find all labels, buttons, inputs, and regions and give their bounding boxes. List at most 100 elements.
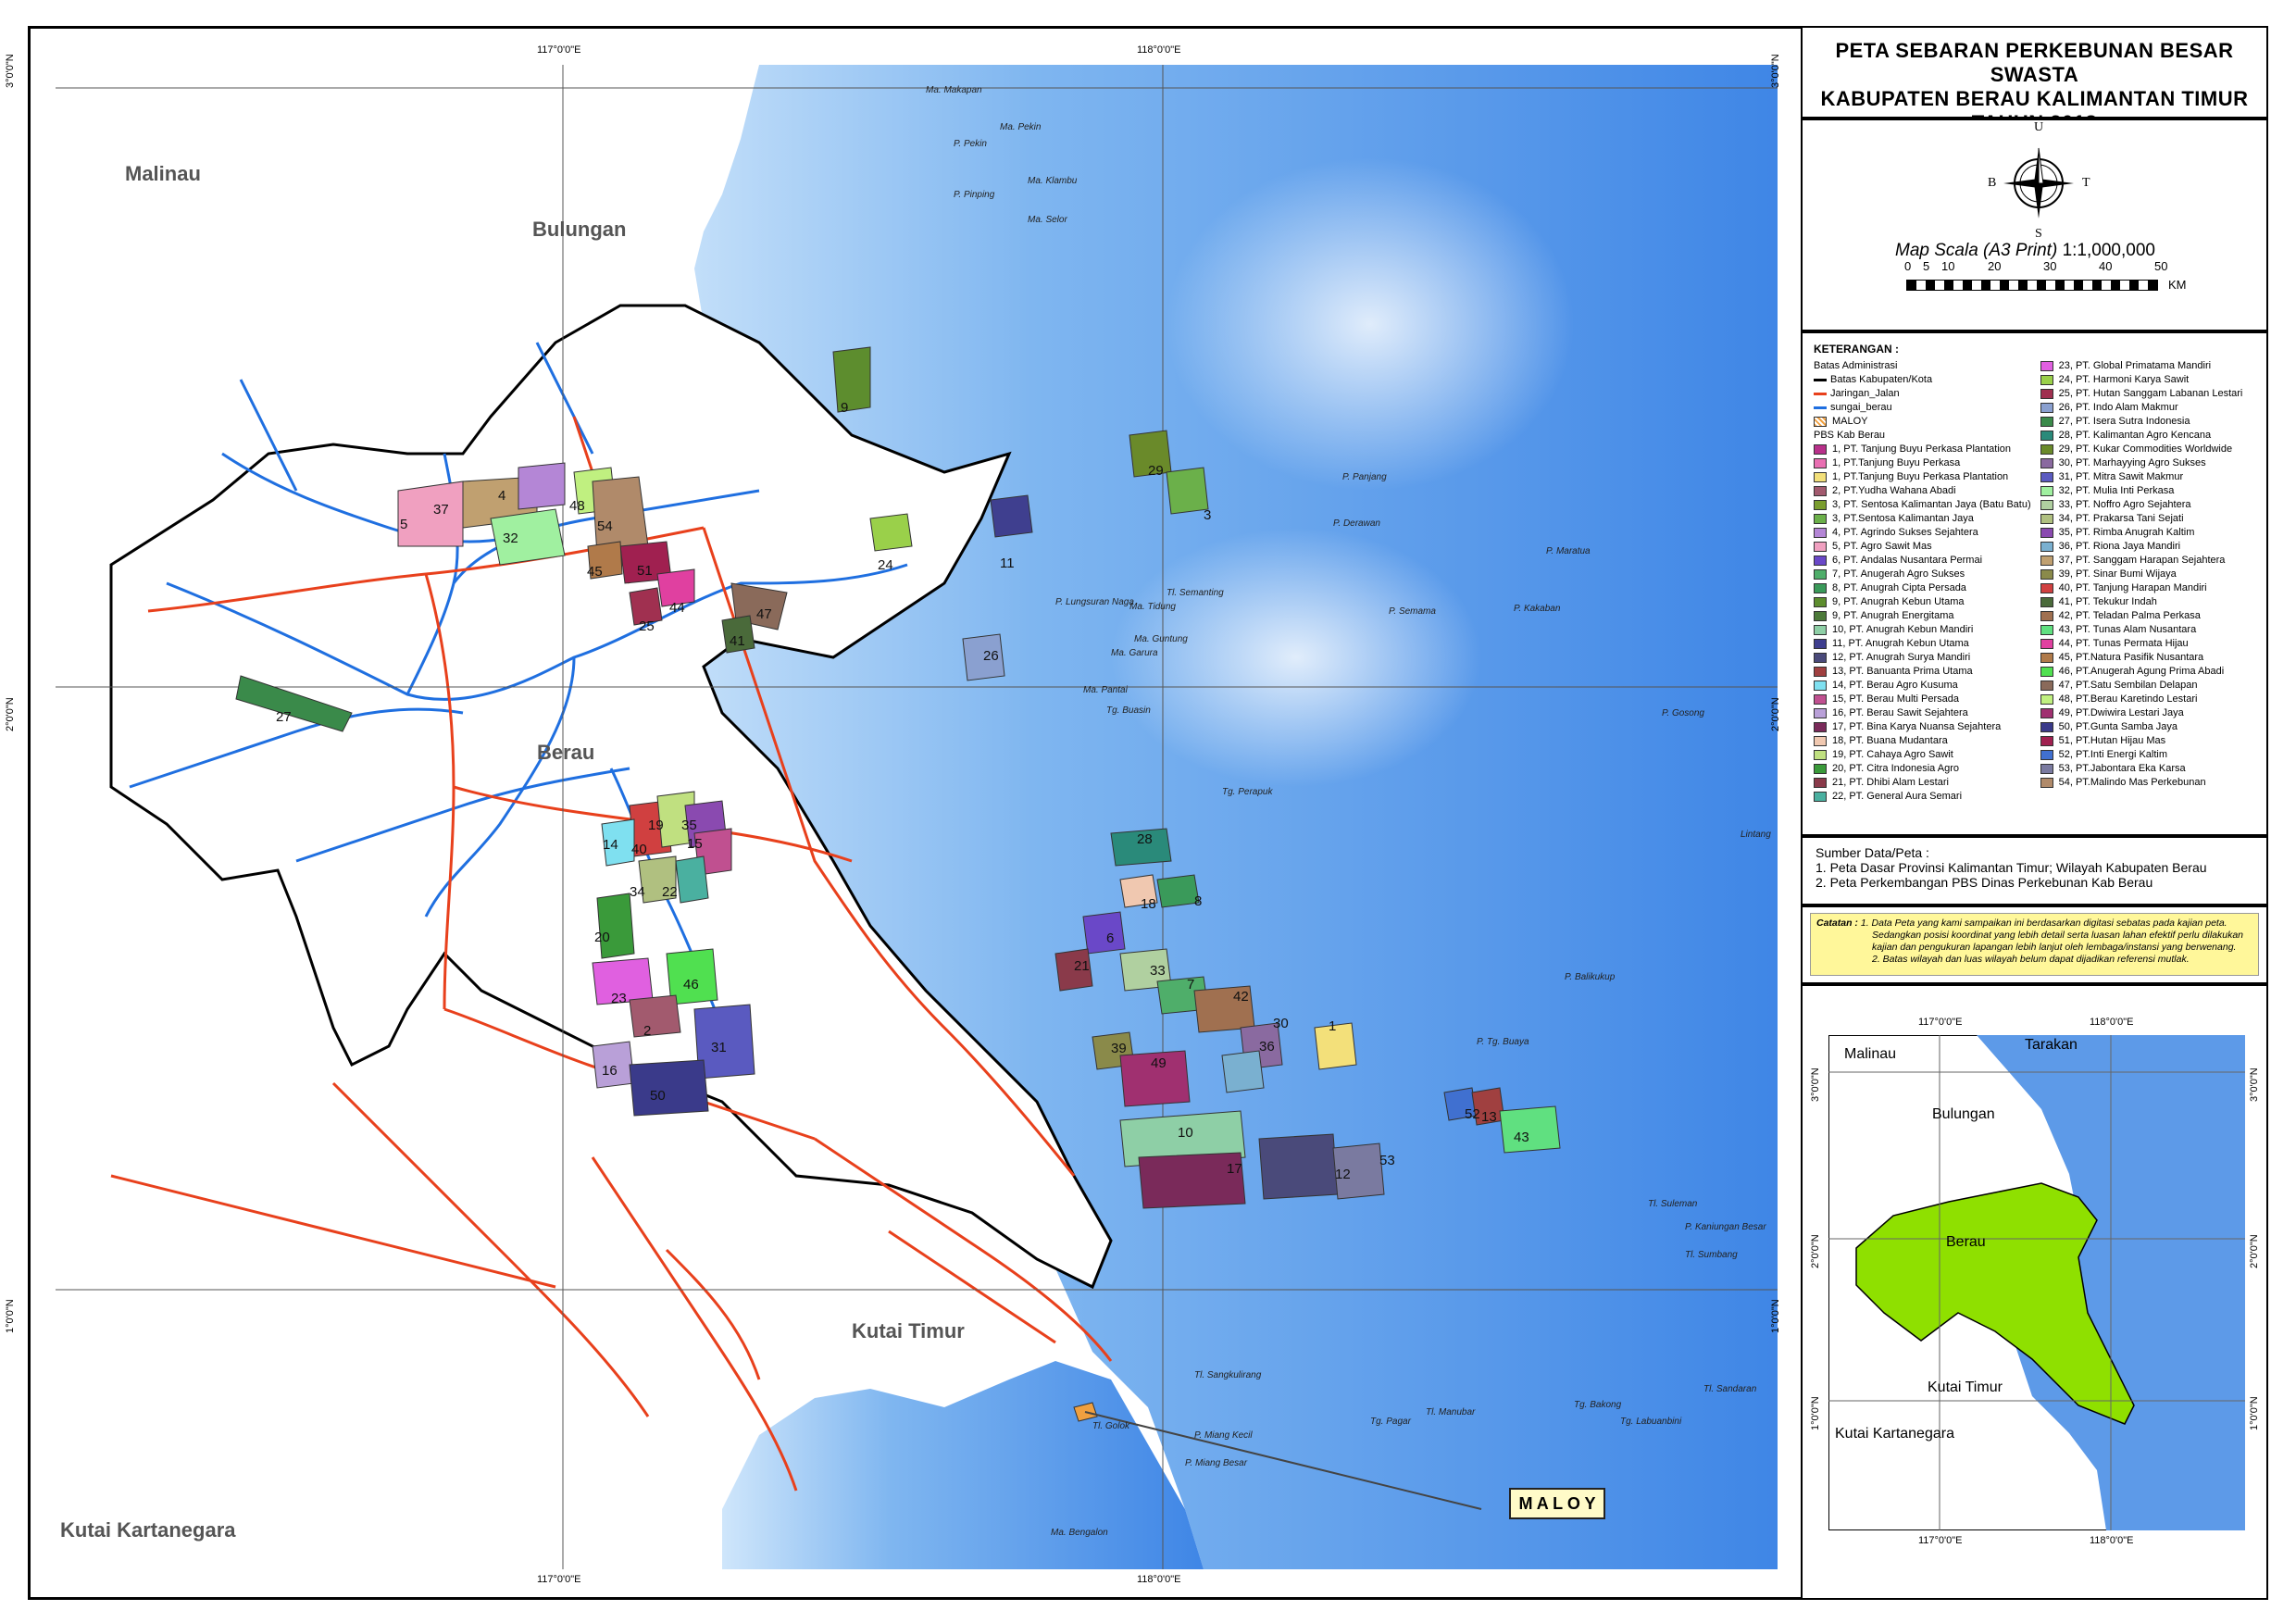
legend-swatch bbox=[2040, 750, 2053, 760]
legend-swatch bbox=[1814, 458, 1827, 468]
legend-swatch bbox=[2040, 528, 2053, 538]
title-panel: PETA SEBARAN PERKEBUNAN BESAR SWASTA KAB… bbox=[1801, 26, 2268, 134]
compass-east: T bbox=[2082, 176, 2090, 190]
legend-item-right-14: 37, PT. Sanggam Harapan Sejahtera bbox=[2040, 554, 2255, 568]
legend-item-right-9: 32, PT. Mulia Inti Perkasa bbox=[2040, 484, 2255, 498]
legend-swatch bbox=[1814, 569, 1827, 580]
legend-label: 28, PT. Kalimantan Agro Kencana bbox=[2058, 430, 2212, 441]
estate-3 bbox=[1166, 467, 1209, 515]
legend-swatch bbox=[1814, 680, 1827, 691]
legend-item-right-5: 28, PT. Kalimantan Agro Kencana bbox=[2040, 429, 2255, 443]
estate-label-40: 40 bbox=[631, 842, 647, 857]
inset-label-tarakan: Tarakan bbox=[2025, 1037, 2078, 1053]
legend-item-left-10: 8, PT. Anugrah Cipta Persada bbox=[1814, 581, 2031, 595]
legend-swatch bbox=[1814, 625, 1827, 635]
estate-label-46: 46 bbox=[683, 977, 699, 993]
legend-item-right-6: 29, PT. Kukar Commodities Worldwide bbox=[2040, 443, 2255, 456]
lon-label-top-1: 117°0'0"E bbox=[537, 44, 581, 56]
legend-label: 53, PT.Jabontara Eka Karsa bbox=[2058, 763, 2186, 774]
legend-label: 1, PT.Tanjung Buyu Perkasa Plantation bbox=[1832, 471, 2009, 482]
legend-item-left-22: 19, PT. Cahaya Agro Sawit bbox=[1814, 748, 2031, 762]
place-label: Ma. Bengalon bbox=[1051, 1528, 1108, 1538]
estate-label-33: 33 bbox=[1150, 963, 1166, 979]
legend-swatch bbox=[2040, 680, 2053, 691]
inset-lon-bottom-1: 117°0'0"E bbox=[1918, 1535, 1963, 1546]
legend-label: 14, PT. Berau Agro Kusuma bbox=[1832, 680, 1958, 691]
legend-label: 40, PT. Tanjung Harapan Mandiri bbox=[2058, 582, 2207, 593]
sources-header: Sumber Data/Peta : bbox=[1816, 845, 1929, 860]
estate-label-47: 47 bbox=[756, 606, 772, 622]
estate-50 bbox=[629, 1059, 709, 1117]
legend-label: 44, PT. Tunas Permata Hijau bbox=[2058, 638, 2189, 649]
legend-item-right-12: 35, PT. Rimba Anugrah Kaltim bbox=[2040, 526, 2255, 540]
legend-label: 16, PT. Berau Sawit Sejahtera bbox=[1832, 707, 1968, 718]
lat-label-right-1: 3°0'0"N bbox=[1770, 54, 1781, 88]
estate-43 bbox=[1499, 1105, 1561, 1154]
inset-lat-left-1: 3°0'0"N bbox=[1810, 1067, 1821, 1102]
place-label: Tl. Semanting bbox=[1167, 588, 1224, 598]
estate-label-6: 6 bbox=[1106, 930, 1115, 946]
legend-swatch bbox=[1814, 597, 1827, 607]
legend-label: 52, PT.Inti Energi Kaltim bbox=[2058, 749, 2168, 760]
place-label: P. Balikukup bbox=[1565, 972, 1616, 982]
place-label: P. Pinping bbox=[954, 190, 995, 200]
place-label: Tg. Bakong bbox=[1574, 1400, 1622, 1410]
estate-label-4: 4 bbox=[498, 488, 506, 504]
place-label: Ma. Garura bbox=[1111, 648, 1158, 658]
legend-swatch bbox=[2040, 569, 2053, 580]
legend-label: 20, PT. Citra Indonesia Agro bbox=[1832, 763, 1959, 774]
legend-label: 42, PT. Teladan Palma Perkasa bbox=[2058, 610, 2201, 621]
lat-label-right-3: 1°0'0"N bbox=[1770, 1299, 1781, 1333]
scale-bar bbox=[1906, 280, 2158, 291]
place-label: Ma. Selor bbox=[1028, 215, 1067, 225]
legend-swatch bbox=[2040, 597, 2053, 607]
legend-item-left-1: 1, PT.Tanjung Buyu Perkasa bbox=[1814, 456, 2031, 470]
estate-label-3: 3 bbox=[1204, 507, 1212, 523]
estate-label-45: 45 bbox=[587, 564, 603, 580]
legend-label: 51, PT.Hutan Hijau Mas bbox=[2058, 735, 2166, 746]
place-label: Tl. Suleman bbox=[1648, 1199, 1698, 1209]
estate-label-35: 35 bbox=[681, 818, 697, 833]
legend-item-right-10: 33, PT. Noffro Agro Sejahtera bbox=[2040, 498, 2255, 512]
legend-label: 24, PT. Harmoni Karya Sawit bbox=[2058, 374, 2190, 385]
estate-label-30: 30 bbox=[1273, 1016, 1289, 1031]
compass-scale-panel: U S B T Map Scala (A3 Print) 1:1,000,000… bbox=[1801, 119, 2268, 331]
cloud-shading bbox=[1167, 157, 1574, 491]
legend-swatch bbox=[1814, 708, 1827, 718]
inset-lat-left-2: 2°0'0"N bbox=[1810, 1234, 1821, 1268]
legend-label: 23, PT. Global Primatama Mandiri bbox=[2058, 360, 2212, 371]
legend-label: 6, PT. Andalas Nusantara Permai bbox=[1832, 555, 1983, 566]
legend-swatch bbox=[1814, 542, 1827, 552]
legend-item-right-11: 34, PT. Prakarsa Tani Sejati bbox=[2040, 512, 2255, 526]
compass-west: B bbox=[1988, 176, 1997, 190]
legend-header: KETERANGAN : bbox=[1814, 343, 1899, 356]
legend-label: 8, PT. Anugrah Cipta Persada bbox=[1832, 582, 1966, 593]
inset-lon-bottom-2: 118°0'0"E bbox=[2090, 1535, 2134, 1546]
legend-swatch bbox=[2040, 542, 2053, 552]
estate-label-14: 14 bbox=[603, 837, 618, 853]
estate-label-41: 41 bbox=[730, 633, 745, 649]
estate-12 bbox=[1258, 1133, 1339, 1200]
region-label-kutai-timur: Kutai Timur bbox=[852, 1319, 965, 1342]
legend-item-left-0: 1, PT. Tanjung Buyu Perkasa Plantation bbox=[1814, 443, 2031, 456]
estate-label-13: 13 bbox=[1481, 1109, 1497, 1125]
legend-swatch bbox=[2040, 653, 2053, 663]
estate-label-5: 5 bbox=[400, 517, 408, 532]
legend-item-left-14: 11, PT. Anugrah Kebun Utama bbox=[1814, 637, 2031, 651]
lat-label-right-2: 2°0'0"N bbox=[1770, 697, 1781, 731]
place-label: Lintang bbox=[1741, 830, 1771, 840]
place-label: Tg. Buasin bbox=[1106, 705, 1151, 716]
place-label: Tg. Pagar bbox=[1370, 1417, 1411, 1427]
legend-label: 10, PT. Anugrah Kebun Mandiri bbox=[1832, 624, 1974, 635]
legend-item-right-17: 41, PT. Tekukur Indah bbox=[2040, 595, 2255, 609]
legend-swatch bbox=[2040, 361, 2053, 371]
legend-swatch bbox=[1814, 722, 1827, 732]
region-label-kutai-kartanegara: Kutai Kartanegara bbox=[60, 1518, 236, 1542]
legend-swatch bbox=[2040, 722, 2053, 732]
estate-label-2: 2 bbox=[643, 1023, 652, 1039]
legend-item-right-19: 43, PT. Tunas Alam Nusantara bbox=[2040, 623, 2255, 637]
estate-label-17: 17 bbox=[1227, 1161, 1242, 1177]
legend-label: 49, PT.Dwiwira Lestari Jaya bbox=[2058, 707, 2184, 718]
place-label: P. Derawan bbox=[1333, 518, 1380, 529]
title-line-1: PETA SEBARAN PERKEBUNAN BESAR SWASTA bbox=[1835, 39, 2234, 86]
